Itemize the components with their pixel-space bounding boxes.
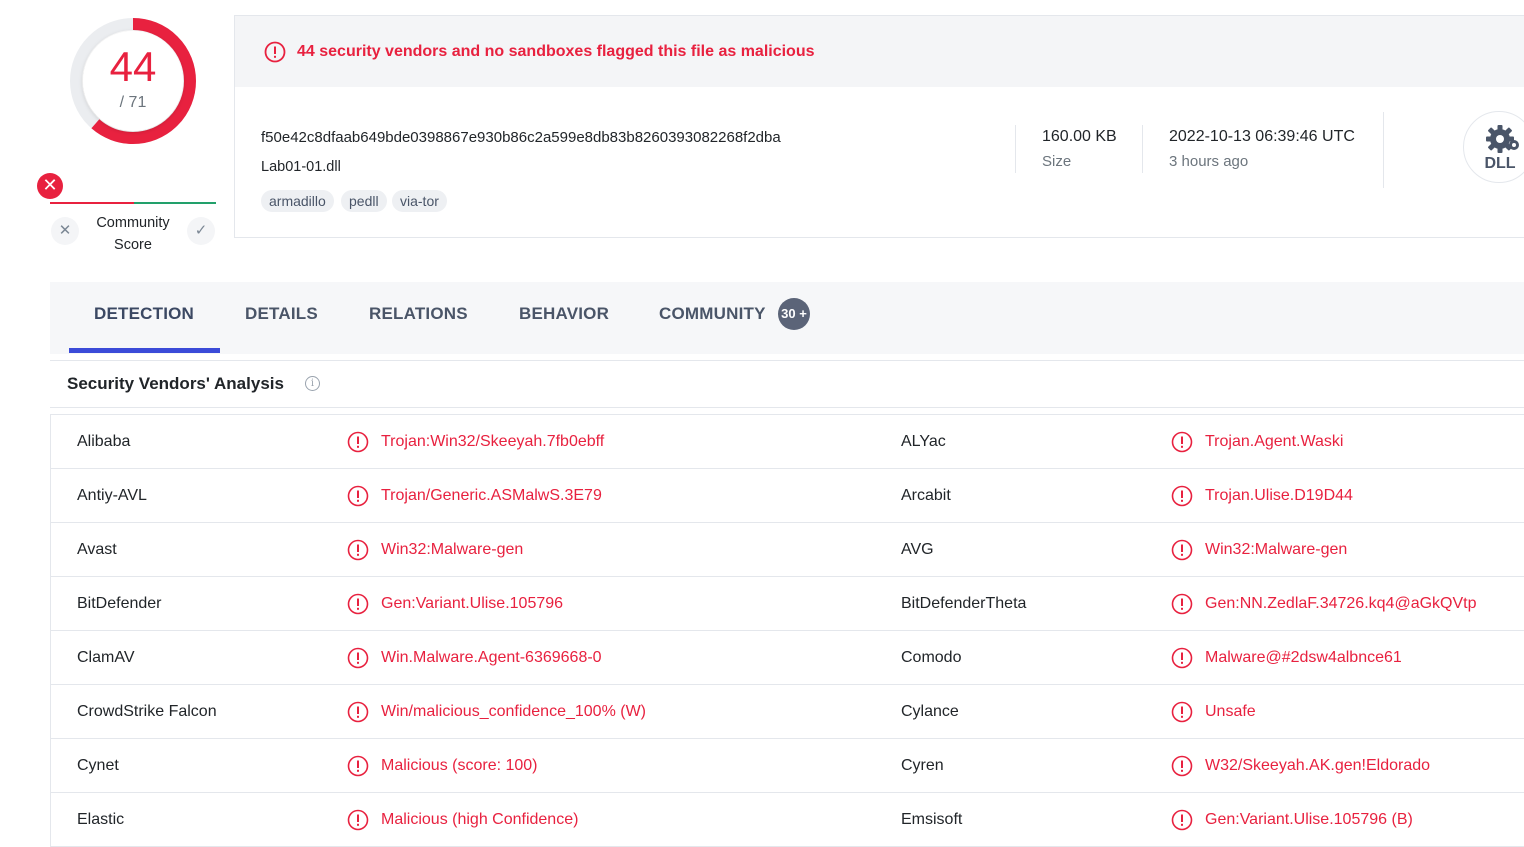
table-row: Cynet Malicious (score: 100) Cyren W32/Skee… (51, 739, 1524, 793)
divider (50, 360, 1524, 361)
exclamation-circle-icon (1171, 809, 1193, 831)
detection-result[interactable]: W32/Skeeyah.AK.gen!Eldorado (1205, 739, 1430, 793)
exclamation-circle-icon (1171, 485, 1193, 507)
table-row: ClamAV Win.Malware.Agent-6369668-0 Comodo M… (51, 631, 1524, 685)
divider (1142, 125, 1143, 173)
detection-score-gauge: 44 / 71 (62, 10, 204, 152)
vendor-name: Avast (77, 541, 117, 558)
detection-result[interactable]: Trojan.Agent.Waski (1205, 415, 1343, 469)
file-hash[interactable]: f50e42c8dfaab649bde0398867e930b86c2a599e… (261, 129, 781, 146)
detection-result[interactable]: Win.Malware.Agent-6369668-0 (381, 631, 602, 685)
exclamation-circle-icon (1171, 431, 1193, 453)
vote-down-button[interactable]: ✕ (51, 217, 79, 245)
detection-result[interactable]: Win32:Malware-gen (1205, 523, 1347, 577)
vendor-name: Cylance (901, 703, 959, 720)
detection-count: 44 (109, 43, 157, 90)
divider (50, 407, 1524, 408)
vendor-name: Emsisoft (901, 811, 963, 828)
tab-details[interactable]: DETAILS (245, 304, 318, 324)
vote-up-button[interactable]: ✓ (187, 217, 215, 245)
vendor-name: Arcabit (901, 487, 951, 504)
active-tab-indicator (69, 348, 220, 353)
exclamation-circle-icon (1171, 755, 1193, 777)
community-count-badge[interactable]: 30 + (778, 298, 810, 330)
vendor-name: CrowdStrike Falcon (77, 703, 217, 720)
detection-result[interactable]: Win32:Malware-gen (381, 523, 523, 577)
vendor-name: Cyren (901, 757, 944, 774)
detection-result[interactable]: Trojan:Win32/Skeeyah.7fb0ebff (381, 415, 604, 469)
vendor-name: Alibaba (77, 433, 131, 450)
exclamation-circle-icon (264, 41, 286, 63)
tab-relations[interactable]: RELATIONS (369, 304, 468, 324)
exclamation-circle-icon (1171, 593, 1193, 615)
detection-result[interactable]: Gen:NN.ZedlaF.34726.kq4@aGkQVtp (1205, 577, 1477, 631)
detection-result[interactable]: Trojan/Generic.ASMalwS.3E79 (381, 469, 602, 523)
exclamation-circle-icon (1171, 647, 1193, 669)
vendor-name: Cynet (77, 757, 119, 774)
table-row: Elastic Malicious (high Confidence) Emsiso… (51, 793, 1524, 847)
divider (1015, 125, 1016, 173)
exclamation-circle-icon (347, 809, 369, 831)
detection-alert-text: 44 security vendors and no sandboxes fla… (297, 43, 815, 60)
community-marker-icon: ✕ (37, 173, 63, 199)
community-bar-harmless (134, 202, 216, 204)
file-name: Lab01-01.dll (261, 159, 341, 175)
table-row: CrowdStrike Falcon Win/malicious_confiden… (51, 685, 1524, 739)
tab-detection[interactable]: DETECTION (94, 304, 194, 324)
detection-result[interactable]: Malware@#2dsw4albnce61 (1205, 631, 1402, 685)
table-row: BitDefender Gen:Variant.Ulise.105796 BitDe… (51, 577, 1524, 631)
detection-result[interactable]: Malicious (high Confidence) (381, 793, 578, 847)
scan-date-relative: 3 hours ago (1169, 153, 1249, 170)
detection-result[interactable]: Malicious (score: 100) (381, 739, 538, 793)
scan-date-value: 2022-10-13 06:39:46 UTC (1169, 128, 1355, 145)
file-tag[interactable]: via-tor (392, 190, 447, 212)
exclamation-circle-icon (347, 755, 369, 777)
vendor-name: AVG (901, 541, 934, 558)
divider (1383, 112, 1384, 188)
vendor-name: ClamAV (77, 649, 135, 666)
detection-result[interactable]: Win/malicious_confidence_100% (W) (381, 685, 646, 739)
exclamation-circle-icon (347, 539, 369, 561)
vendor-name: BitDefender (77, 595, 162, 612)
detection-result[interactable]: Gen:Variant.Ulise.105796 (381, 577, 563, 631)
community-bar-malicious (50, 202, 134, 204)
file-tag[interactable]: armadillo (261, 190, 334, 212)
vendor-name: BitDefenderTheta (901, 595, 1027, 612)
file-size-label: Size (1042, 153, 1072, 170)
table-row: Antiy-AVL Trojan/Generic.ASMalwS.3E79 Arca… (51, 469, 1524, 523)
community-score-label: Community Score (96, 215, 170, 253)
close-icon: ✕ (58, 222, 72, 239)
table-row: Alibaba Trojan:Win32/Skeeyah.7fb0ebff ALYa… (51, 415, 1524, 469)
exclamation-circle-icon (347, 647, 369, 669)
exclamation-circle-icon (347, 701, 369, 723)
vendor-name: ALYac (901, 433, 946, 450)
table-row: Avast Win32:Malware-gen AVG Win32:Malware-g… (51, 523, 1524, 577)
vendors-table: Alibaba Trojan:Win32/Skeeyah.7fb0ebff ALYa… (50, 414, 1524, 847)
exclamation-circle-icon (347, 431, 369, 453)
detection-result[interactable]: Unsafe (1205, 685, 1256, 739)
exclamation-circle-icon (1171, 701, 1193, 723)
exclamation-circle-icon (347, 485, 369, 507)
vendor-name: Antiy-AVL (77, 487, 147, 504)
tab-community[interactable]: COMMUNITY (659, 304, 766, 324)
check-icon: ✓ (194, 222, 208, 239)
section-title: Security Vendors' Analysis (67, 374, 284, 393)
detection-result[interactable]: Trojan.Ulise.D19D44 (1205, 469, 1353, 523)
detection-total: / 71 (119, 94, 147, 111)
file-type-label: DLL (1484, 155, 1515, 172)
vendor-name: Comodo (901, 649, 962, 666)
info-icon[interactable]: i (305, 376, 320, 391)
detection-result[interactable]: Gen:Variant.Ulise.105796 (B) (1205, 793, 1413, 847)
file-tag[interactable]: pedll (341, 190, 387, 212)
vendor-name: Elastic (77, 811, 125, 828)
exclamation-circle-icon (347, 593, 369, 615)
file-size-value: 160.00 KB (1042, 128, 1117, 145)
exclamation-circle-icon (1171, 539, 1193, 561)
gear-icon: DLL (1484, 125, 1519, 172)
tab-behavior[interactable]: BEHAVIOR (519, 304, 609, 324)
vendor-rows: Alibaba Trojan:Win32/Skeeyah.7fb0ebff ALYa… (51, 415, 1524, 847)
